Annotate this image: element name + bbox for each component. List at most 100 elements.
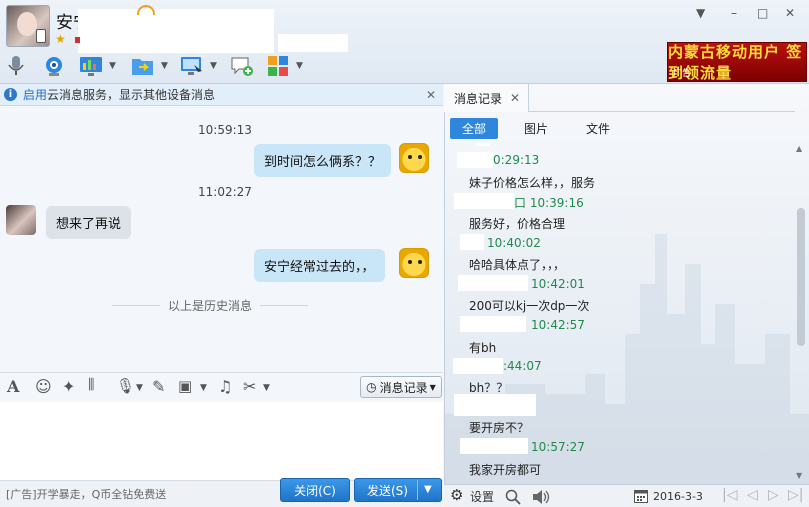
add-member-icon[interactable] (230, 54, 254, 78)
tab-images[interactable]: 图片 (512, 118, 560, 139)
enable-link[interactable]: 启用 (23, 86, 47, 103)
footer-ad-link[interactable]: [广告]开学暴走，Q币全钻免费送 (6, 486, 166, 502)
video-call-icon[interactable] (42, 54, 66, 78)
date-selector[interactable]: 2016-3-3 (653, 490, 703, 503)
emoji-icon[interactable]: ☺ (35, 377, 52, 396)
notice-text: 云消息服务，显示其他设备消息 (47, 88, 216, 102)
history-divider-text: 以上是历史消息 (168, 299, 253, 313)
chevron-down-icon[interactable]: ▼ (109, 61, 116, 71)
chevron-down-icon[interactable]: ▼ (263, 383, 270, 393)
screen-share-icon[interactable] (79, 54, 103, 78)
outgoing-message[interactable]: 到时间怎么俩系？？ (254, 144, 392, 177)
image-icon[interactable]: ▣ (178, 377, 192, 395)
chevron-down-icon[interactable]: ▼ (296, 61, 303, 71)
contact-avatar[interactable] (6, 5, 50, 47)
music-icon[interactable]: ♫ (218, 377, 232, 396)
last-page-icon[interactable]: ▷| (788, 487, 803, 503)
entry-meta: 10:42:57 (531, 318, 585, 332)
search-icon[interactable] (505, 489, 521, 507)
calendar-icon[interactable] (634, 489, 648, 506)
chevron-down-icon: ▼ (429, 382, 436, 392)
maximize-button[interactable]: □ (757, 6, 768, 20)
vip-star-icon: ★ (55, 32, 66, 46)
entry-message[interactable]: 妹子价格怎么样，，服务 (469, 174, 595, 191)
history-button-label: 消息记录 (379, 380, 428, 395)
entry-meta: 10:40:02 (487, 236, 541, 250)
gear-icon[interactable]: ⚙ (450, 486, 463, 504)
my-avatar[interactable] (399, 143, 429, 173)
info-icon: i (4, 88, 17, 101)
redaction-block (460, 316, 526, 332)
my-avatar[interactable] (399, 248, 429, 278)
redaction-block (78, 9, 274, 53)
chevron-down-icon[interactable]: ▼ (210, 61, 217, 71)
filter-tabs: 全部 图片 文件 (450, 118, 644, 139)
remote-desktop-icon[interactable] (180, 54, 204, 78)
contact-chat-avatar[interactable] (6, 205, 36, 235)
prev-page-icon[interactable]: ◁ (747, 487, 758, 503)
scroll-down-icon[interactable]: ▼ (796, 471, 802, 480)
scrollbar-thumb[interactable] (797, 208, 805, 346)
entry-meta: 10:42:01 (531, 277, 585, 291)
entry-meta: 10:57:27 (531, 440, 585, 454)
font-icon[interactable]: A (7, 377, 19, 396)
speaker-icon[interactable] (532, 489, 550, 507)
message-timestamp: 11:02:27 (198, 185, 252, 199)
divider (529, 111, 795, 112)
redaction-block (278, 34, 348, 52)
entry-meta: :44:07 (503, 359, 542, 373)
chevron-down-icon[interactable]: ▼ (161, 61, 168, 71)
entry-message[interactable]: 服务好，价格合理 (469, 215, 565, 232)
chevron-down-icon[interactable]: ▼ (136, 383, 143, 393)
voice-icon[interactable]: 🎙 (116, 377, 135, 395)
apps-icon[interactable] (266, 54, 290, 78)
scroll-up-icon[interactable]: ▲ (796, 144, 802, 153)
entry-message[interactable]: 200可以kj一次dp一次 (469, 297, 589, 314)
history-tab-label: 消息记录 (454, 91, 503, 106)
entry-message[interactable]: 要开房不？ (469, 419, 529, 436)
clock-icon: ◷ (366, 380, 377, 394)
phone-online-icon (36, 29, 46, 43)
message-history-button[interactable]: ◷ 消息记录 ▼ (360, 376, 442, 398)
send-options-chevron-icon[interactable]: ▼ (424, 484, 432, 495)
edit-icon[interactable]: ✎ (152, 377, 165, 396)
message-input[interactable] (0, 402, 443, 480)
close-chat-button[interactable]: 关闭(C) (280, 478, 350, 502)
message-timestamp: 10:59:13 (198, 123, 252, 137)
redaction-block (460, 234, 484, 250)
divider (417, 480, 418, 500)
close-window-button[interactable]: ✕ (785, 6, 795, 20)
redaction-block (460, 438, 528, 454)
next-page-icon[interactable]: ▷ (768, 487, 779, 503)
redaction-block (454, 394, 536, 416)
ad-tag: 广告 (673, 69, 692, 79)
first-page-icon[interactable]: |◁ (722, 487, 737, 503)
file-transfer-icon[interactable] (131, 54, 155, 78)
status-dot-icon (75, 37, 80, 43)
close-tab-icon[interactable]: ✕ (510, 91, 520, 105)
minimize-button[interactable]: – (731, 6, 737, 20)
snap-icon[interactable]: ⫼ (88, 377, 94, 393)
settings-button[interactable]: 设置 (470, 488, 494, 505)
entry-meta: 0:29:13 (493, 153, 540, 167)
entry-meta: 口 10:39:16 (514, 196, 584, 210)
tab-message-history[interactable]: 消息记录 ✕ (444, 84, 529, 112)
microphone-icon[interactable] (4, 54, 28, 78)
scissors-icon[interactable]: ✂ (243, 377, 256, 396)
tab-all[interactable]: 全部 (450, 118, 498, 139)
entry-message[interactable]: 哈哈具体点了，，， (469, 256, 565, 273)
cloud-message-notice: i 启用 云消息服务，显示其他设备消息 (0, 84, 443, 106)
outgoing-message[interactable]: 安宁经常过去的，， (254, 249, 385, 282)
dropdown-icon[interactable]: ▼ (696, 6, 705, 20)
chevron-down-icon[interactable]: ▼ (200, 383, 207, 393)
entry-message[interactable]: 我家开房都可 (469, 461, 541, 478)
scrollbar[interactable] (795, 140, 808, 480)
history-divider: 以上是历史消息 (112, 297, 309, 314)
notice-close-icon[interactable]: ✕ (426, 88, 436, 102)
tab-files[interactable]: 文件 (574, 118, 622, 139)
redaction-block (457, 152, 493, 168)
incoming-message[interactable]: 想来了再说 (46, 206, 132, 239)
send-button-label: 发送(S) (367, 483, 408, 498)
magic-icon[interactable]: ✦ (62, 377, 75, 396)
entry-message[interactable]: 有bh (469, 339, 496, 356)
